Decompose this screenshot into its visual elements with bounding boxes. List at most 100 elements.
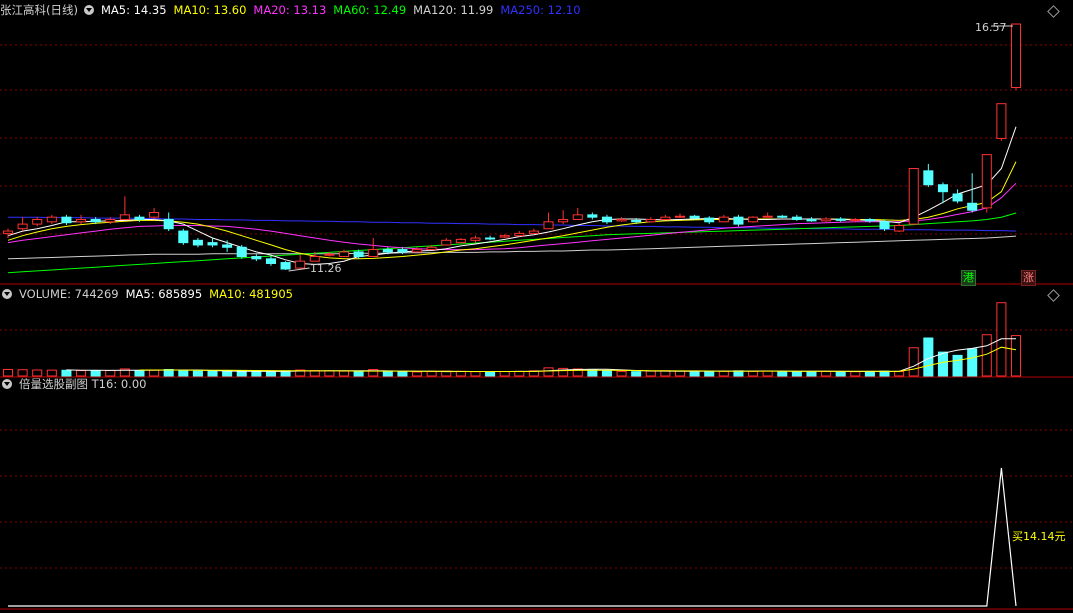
hk-connect-badge[interactable]: 港 <box>961 270 976 286</box>
candle-body <box>207 242 218 246</box>
volume-bar <box>762 370 773 377</box>
volume-bar <box>704 370 715 377</box>
limit-up-badge[interactable]: 涨 <box>1021 270 1036 286</box>
candle-body <box>46 216 57 223</box>
candle-body <box>733 216 744 225</box>
volume-bar <box>251 371 262 377</box>
candle-body <box>499 235 510 238</box>
candle-body <box>879 221 890 230</box>
candle-body <box>222 244 233 248</box>
candle-body <box>806 218 817 222</box>
candle-body <box>236 246 247 258</box>
candle-body <box>17 223 28 230</box>
ma-line-ma20 <box>7 182 1017 251</box>
candle-body <box>412 249 423 253</box>
volume-bar <box>470 371 481 377</box>
vol-legend-2: MA10: 481905 <box>209 287 293 301</box>
volume-bar <box>324 370 335 377</box>
candle-body <box>718 216 729 223</box>
candle-body <box>76 218 87 223</box>
volume-bar <box>353 370 364 377</box>
candle-body <box>163 218 174 230</box>
candle-body <box>981 154 992 209</box>
candle-body <box>601 216 612 223</box>
volume-bar <box>1010 335 1022 377</box>
candle-body <box>616 218 627 222</box>
legend-toggle-icon[interactable] <box>83 5 94 15</box>
volume-bar <box>835 371 846 377</box>
main-legend: 张江高科(日线) MA5: 14.35 MA10: 13.60 MA20: 13.13… <box>0 2 595 18</box>
candle-body <box>1010 23 1022 88</box>
candle-body <box>295 260 306 269</box>
volume-bar <box>777 370 788 377</box>
candle-body <box>265 258 276 264</box>
candle-body <box>149 212 160 218</box>
indicator-toggle-icon[interactable] <box>2 379 12 389</box>
volume-legend: VOLUME: 744269 MA5: 685895 MA10: 481905 <box>0 286 307 302</box>
ma-legend-1: MA10: 13.60 <box>173 3 247 17</box>
candle-body <box>894 224 905 232</box>
candle-body <box>952 193 963 202</box>
ma-legend-5: MA250: 12.10 <box>500 3 581 17</box>
ma-legend-4: MA120: 11.99 <box>413 3 494 17</box>
candle-body <box>558 218 569 223</box>
volume-bar <box>499 371 510 377</box>
candle-body <box>426 246 437 251</box>
volume-toggle-icon[interactable] <box>2 289 12 299</box>
stock-name: 张江高科 <box>0 3 46 17</box>
candle-body <box>368 249 379 258</box>
volume-bar <box>616 370 627 377</box>
volume-bar <box>631 371 642 377</box>
candle-body <box>32 218 43 225</box>
indicator-legend-label: 倍量选股副图 T16: 0.00 <box>19 377 147 391</box>
volume-bar <box>412 371 423 377</box>
ma-legend-2: MA20: 13.13 <box>253 3 327 17</box>
candle-body <box>353 251 364 258</box>
volume-bar <box>791 371 802 377</box>
candle-body <box>192 239 203 246</box>
ma-line-ma10 <box>7 161 1017 260</box>
volume-bar <box>543 367 554 377</box>
volume-legend-items: VOLUME: 744269 MA5: 685895 MA10: 481905 <box>19 287 300 301</box>
vol-legend-0: VOLUME: 744269 <box>19 287 119 301</box>
candle-body <box>134 216 145 220</box>
candle-body <box>850 218 861 221</box>
candle-body <box>105 218 116 223</box>
volume-bar <box>674 370 686 377</box>
candle-body <box>996 103 1007 139</box>
volume-bar <box>426 371 437 377</box>
candle-body <box>280 262 291 270</box>
volume-bar <box>455 370 466 377</box>
candle-body <box>587 214 598 218</box>
candle-body <box>2 230 14 234</box>
volume-bar <box>485 371 496 377</box>
candle-body <box>791 216 802 220</box>
main-legend-items: MA5: 14.35 MA10: 13.60 MA20: 13.13 MA60: 12… <box>101 3 588 17</box>
volume-bar <box>207 370 218 377</box>
candle-body <box>61 216 72 224</box>
candle-body <box>689 215 700 219</box>
candle-body <box>251 256 262 260</box>
volume-bar <box>382 371 393 377</box>
candle-body <box>382 249 393 253</box>
candle-body <box>704 217 715 223</box>
candle-body <box>748 216 759 223</box>
vol-legend-1: MA5: 685895 <box>125 287 203 301</box>
candle-body <box>397 249 408 253</box>
candle-body <box>937 184 948 193</box>
candle-body <box>441 239 452 246</box>
candle-body <box>528 230 539 234</box>
ma-legend-3: MA60: 12.49 <box>333 3 407 17</box>
candle-body <box>864 218 875 222</box>
stock-period: (日线) <box>46 3 78 17</box>
volume-bar <box>748 370 759 377</box>
indicator-legend: 倍量选股副图 T16: 0.00 <box>0 376 153 392</box>
candle-body <box>762 215 773 218</box>
volume-bar <box>718 370 729 377</box>
ma-line-ma120 <box>7 235 1017 260</box>
volume-bar <box>265 370 276 377</box>
candle-body <box>777 215 788 218</box>
volume-bar <box>689 370 700 377</box>
volume-ma5-line <box>66 338 1016 373</box>
volume-bar <box>645 370 656 377</box>
